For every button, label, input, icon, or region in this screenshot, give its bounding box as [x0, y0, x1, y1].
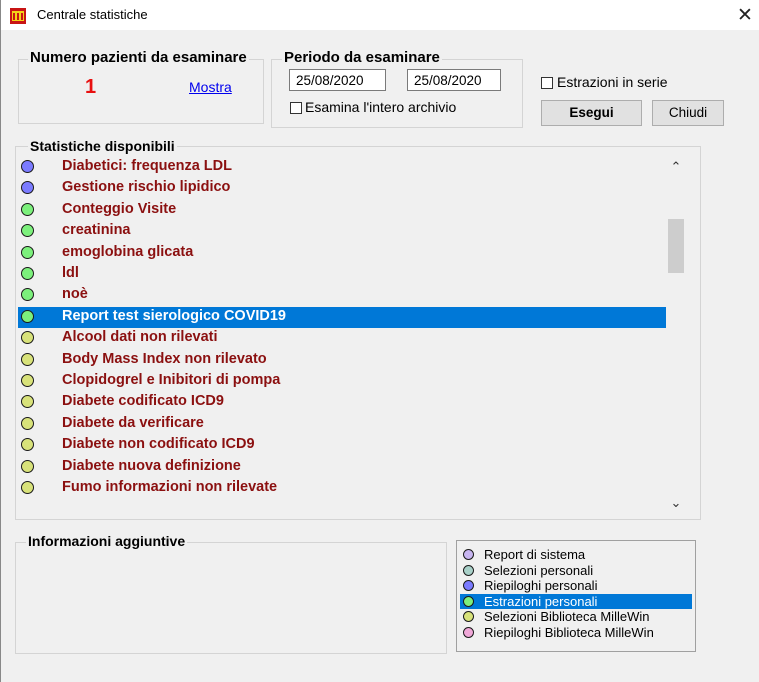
- show-link[interactable]: Mostra: [189, 79, 232, 95]
- stats-list-item[interactable]: Fumo informazioni non rilevate: [18, 478, 666, 499]
- stats-item-label: creatinina: [62, 222, 131, 239]
- stats-item-label: Diabetici: frequenza LDL: [62, 158, 232, 174]
- status-dot-icon: [21, 416, 34, 430]
- legend-dot-icon: [463, 626, 474, 638]
- status-dot-icon: [21, 245, 34, 259]
- color-legend: Report di sistema Selezioni personali Riep…: [456, 540, 696, 652]
- stats-list[interactable]: Diabetici: frequenza LDL Gestione rischio…: [18, 156, 666, 500]
- stats-item-label: Diabete da verificare: [62, 414, 204, 431]
- status-dot-icon: [21, 181, 34, 195]
- color-legend-label: Report di sistema: [484, 547, 586, 562]
- stats-item-label: Fumo informazioni non rilevate: [62, 479, 278, 495]
- color-legend-item: Riepiloghi Biblioteca MilleWin: [460, 625, 692, 640]
- stats-list-item[interactable]: Diabete da verificare: [18, 414, 666, 435]
- scroll-thumb[interactable]: [668, 219, 684, 273]
- stats-list-item[interactable]: Conteggio Visite: [18, 200, 666, 221]
- color-legend-label: Riepiloghi Biblioteca MilleWin: [484, 624, 654, 640]
- stats-list-item[interactable]: ldl: [18, 264, 666, 285]
- status-dot-icon: [21, 395, 34, 409]
- window-title: Centrale statistiche: [37, 7, 148, 22]
- color-legend-item: Selezioni Biblioteca MilleWin: [460, 609, 692, 624]
- scroll-down-icon[interactable]: ⌄: [666, 494, 686, 514]
- whole-archive-label: Esamina l'intero archivio: [305, 99, 457, 115]
- period-legend: Periodo da esaminare: [282, 49, 442, 67]
- stats-list-item[interactable]: emoglobina glicata: [18, 243, 666, 264]
- patients-count: 1: [85, 76, 97, 98]
- info-legend: Informazioni aggiuntive: [26, 532, 188, 550]
- stats-item-label: noè: [62, 286, 88, 303]
- date-to-field[interactable]: 25/08/2020: [407, 69, 501, 91]
- status-dot-icon: [21, 438, 34, 452]
- stats-item-label: emoglobina glicata: [62, 243, 194, 260]
- color-legend-item: Report di sistema: [460, 547, 692, 562]
- stats-item-label: Conteggio Visite: [62, 200, 177, 217]
- stats-list-item[interactable]: Clopidogrel e Inibitori di pompa: [18, 371, 666, 392]
- status-dot-icon: [21, 267, 34, 280]
- color-legend-label: Estrazioni personali: [484, 593, 598, 609]
- legend-dot-icon: [463, 564, 474, 576]
- legend-dot-icon: [463, 595, 474, 607]
- stats-list-item[interactable]: Diabete non codificato ICD9: [18, 435, 666, 456]
- stats-list-item[interactable]: Diabetici: frequenza LDL: [18, 157, 666, 178]
- scroll-up-icon[interactable]: ⌃: [666, 158, 686, 178]
- status-dot-icon: [21, 459, 34, 473]
- stats-list-item[interactable]: Alcool dati non rilevati: [18, 328, 666, 349]
- date-from-field[interactable]: 25/08/2020: [289, 69, 386, 91]
- stats-item-label: Gestione rischio lipidico: [62, 179, 231, 196]
- stats-list-item[interactable]: Report test sierologico COVID19: [18, 306, 666, 328]
- status-dot-icon: [21, 160, 34, 173]
- status-dot-icon: [21, 374, 34, 387]
- status-dot-icon: [21, 202, 34, 216]
- info-group: [15, 542, 447, 654]
- color-legend-item: Riepiloghi personali: [460, 578, 692, 593]
- status-dot-icon: [21, 352, 34, 366]
- stats-list-item[interactable]: noè: [18, 285, 666, 306]
- stats-item-label: Diabete nuova definizione: [62, 457, 241, 474]
- run-button[interactable]: Esegui: [541, 100, 642, 126]
- color-legend-item: Estrazioni personali: [460, 593, 692, 609]
- legend-dot-icon: [463, 549, 474, 560]
- batch-extractions-checkbox[interactable]: [541, 77, 553, 89]
- stats-legend: Statistiche disponibili: [28, 137, 177, 155]
- batch-extractions-label: Estrazioni in serie: [557, 74, 668, 90]
- color-legend-label: Selezioni Biblioteca MilleWin: [484, 609, 650, 624]
- close-button[interactable]: Chiudi: [652, 100, 724, 126]
- color-legend-item: Selezioni personali: [460, 563, 692, 578]
- stats-item-label: ldl: [62, 265, 79, 281]
- legend-dot-icon: [463, 580, 474, 591]
- statistics-window: Centrale statistiche ✕ Numero pazienti d…: [0, 0, 759, 682]
- status-dot-icon: [21, 481, 34, 494]
- stats-item-label: Body Mass Index non rilevato: [62, 350, 267, 367]
- legend-dot-icon: [463, 611, 474, 622]
- stats-item-label: Alcool dati non rilevati: [62, 329, 218, 346]
- title-bar[interactable]: Centrale statistiche ✕: [1, 0, 759, 30]
- stats-list-item[interactable]: Gestione rischio lipidico: [18, 178, 666, 199]
- stats-list-item[interactable]: creatinina: [18, 221, 666, 242]
- status-dot-icon: [21, 309, 34, 323]
- stats-item-label: Clopidogrel e Inibitori di pompa: [62, 372, 281, 388]
- color-legend-label: Riepiloghi personali: [484, 578, 598, 593]
- status-dot-icon: [21, 331, 34, 345]
- stats-item-label: Report test sierologico COVID19: [62, 307, 286, 324]
- patients-legend: Numero pazienti da esaminare: [28, 49, 249, 67]
- app-icon: [10, 8, 26, 24]
- stats-list-item[interactable]: Diabete nuova definizione: [18, 457, 666, 478]
- stats-list-item[interactable]: Body Mass Index non rilevato: [18, 350, 666, 371]
- color-legend-label: Selezioni personali: [484, 562, 594, 578]
- stats-list-item[interactable]: Diabete codificato ICD9: [18, 392, 666, 413]
- stats-scrollbar[interactable]: ⌃ ⌄: [666, 156, 686, 516]
- whole-archive-checkbox[interactable]: [290, 102, 302, 114]
- stats-item-label: Diabete codificato ICD9: [62, 393, 224, 410]
- close-icon[interactable]: ✕: [731, 2, 759, 28]
- status-dot-icon: [21, 288, 34, 302]
- status-dot-icon: [21, 224, 34, 238]
- stats-item-label: Diabete non codificato ICD9: [62, 436, 255, 453]
